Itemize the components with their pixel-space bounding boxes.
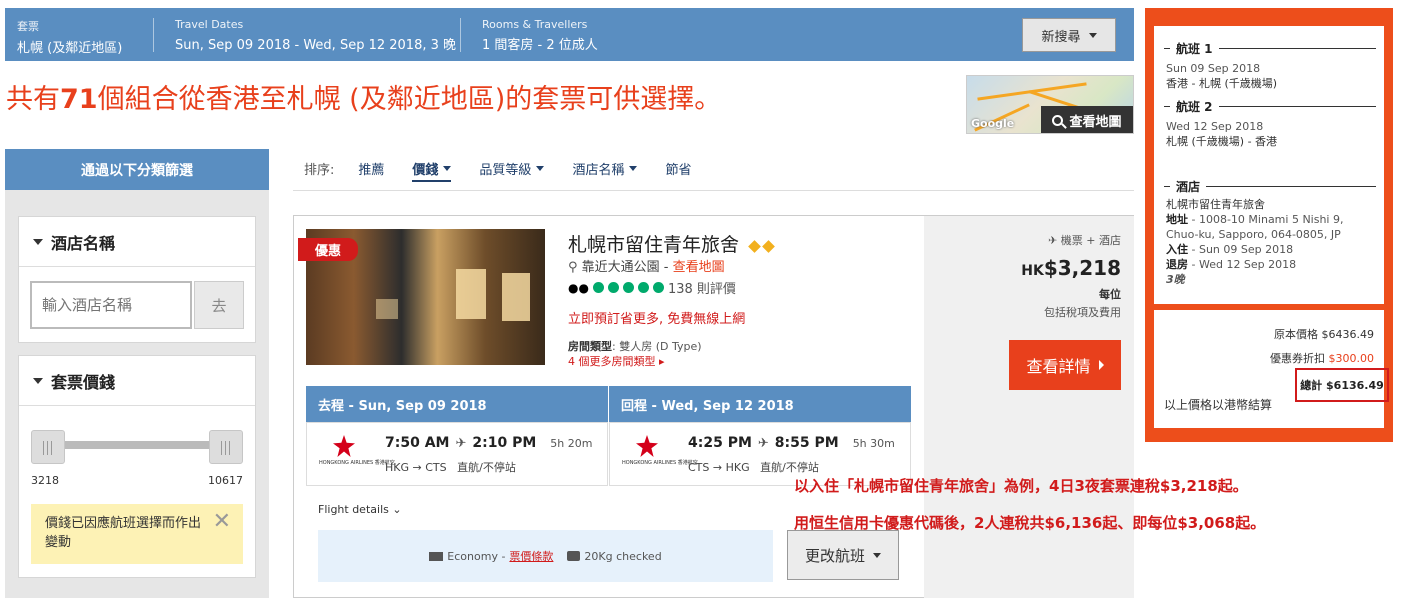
location-pin-icon: ⚲ (568, 260, 578, 275)
fare-info: Economy - 票價條款 20Kg checked (318, 530, 773, 582)
view-details-button[interactable]: 查看詳情 (1009, 340, 1121, 390)
results-headline: 共有71個組合從香港至札幌 (及鄰近地區)的套票可供選擇。 (6, 84, 722, 115)
airline-logo: HONGKONG AIRLINES 香港航空 (319, 435, 395, 466)
return-flight-header: 回程 - Wed, Sep 12 2018 (609, 386, 911, 422)
fare-rules-link[interactable]: 票價條款 (509, 548, 553, 564)
dates-summary: Travel Dates Sun, Sep 09 2018 - Wed, Sep… (175, 18, 457, 53)
divider (153, 18, 154, 52)
annotation-line-2: 用恒生信用卡優惠代碼後，2人連稅共$6,136起、即每位$3,068起。 (794, 514, 1266, 532)
hotel-name-input[interactable] (30, 281, 192, 329)
search-icon (1052, 115, 1064, 126)
hotel-view-map-link[interactable]: 查看地圖 (673, 260, 725, 275)
price-filter: 套票價錢 3218 10617 價錢已因應航班選擇而作出變動 ✕ (18, 355, 256, 578)
view-map-button[interactable]: 查看地圖 (1041, 106, 1133, 133)
tax-note: 包括稅項及費用 (1044, 306, 1121, 319)
caret-down-icon (536, 166, 545, 171)
flight-details-toggle[interactable]: Flight details ⌄ (318, 503, 402, 516)
price-change-note: 價錢已因應航班選擇而作出變動 ✕ (31, 504, 243, 564)
caret-down-icon (873, 552, 881, 558)
hotel-name-filter-toggle[interactable]: 酒店名稱 (19, 217, 255, 267)
summary-flight-1: 航班 1 Sun 09 Sep 2018 香港 - 札幌 (千歳機場) (1164, 40, 1376, 91)
price-min-handle[interactable] (31, 430, 65, 464)
sort-savings[interactable]: 節省 (665, 159, 691, 178)
room-type: 房間類型: 雙人房 (D Type) (568, 340, 702, 353)
triangle-down-icon (33, 238, 43, 245)
hotel-location: ⚲ 靠近大通公園 - 查看地圖 (568, 260, 725, 275)
summary-hotel: 酒店 札幌市留住青年旅舍 地址 - 1008-10 Minami 5 Nishi… (1164, 178, 1376, 287)
filter-header: 通過以下分類篩選 (5, 149, 269, 198)
divider (460, 18, 461, 52)
annotation-line-1: 以入住「札幌市留住青年旅舍」為例，4日3夜套票連稅$3,218起。 (794, 477, 1248, 495)
plane-icon: ✈ (455, 435, 467, 451)
airline-logo: HONGKONG AIRLINES 香港航空 (622, 435, 698, 466)
outbound-flight-header: 去程 - Sun, Sep 09 2018 (306, 386, 608, 422)
package-type: ✈ 機票 + 酒店 (1048, 234, 1121, 247)
per-person-label: 每位 (1099, 288, 1121, 301)
destination-summary: 套票 札幌 (及鄰近地區) (17, 20, 123, 56)
itinerary-panel: 航班 1 Sun 09 Sep 2018 香港 - 札幌 (千歳機場) 航班 2… (1154, 26, 1384, 304)
google-logo: Google (971, 117, 1015, 130)
sort-label: 排序: (304, 163, 335, 178)
sort-recommended[interactable]: 推薦 (358, 159, 384, 178)
sort-hotel-name[interactable]: 酒店名稱 (572, 159, 638, 178)
package-result-card: 優惠 札幌市留住青年旅舍 ⚲ 靠近大通公園 - 查看地圖 ●● 138 則評價 … (293, 215, 1134, 598)
rating-diamond-icon (748, 240, 761, 253)
summary-flight-2: 航班 2 Wed 12 Sep 2018 札幌 (千歳機場) - 香港 (1164, 98, 1376, 149)
caret-down-icon (1088, 32, 1097, 38)
booking-summary: 航班 1 Sun 09 Sep 2018 香港 - 札幌 (千歳機場) 航班 2… (1145, 8, 1393, 442)
map-thumbnail[interactable]: Google 查看地圖 (966, 75, 1134, 134)
price-max-value: 10617 (208, 474, 243, 487)
plane-icon: ✈ (757, 435, 769, 451)
promo-text: 立即預訂省更多, 免費無線上網 (568, 312, 746, 327)
hotel-name-filter: 酒店名稱 去 (18, 216, 256, 343)
baggage-icon (567, 551, 581, 561)
tripadvisor-rating[interactable]: ●● 138 則評價 (568, 278, 736, 298)
chevron-right-icon (1098, 360, 1104, 370)
search-summary-bar: 套票 札幌 (及鄰近地區) Travel Dates Sun, Sep 09 2… (5, 8, 1134, 61)
coupon-discount: 優惠券折扣 $300.00 (1270, 352, 1374, 365)
hotel-name-link[interactable]: 札幌市留住青年旅舍 (568, 230, 775, 257)
sort-price[interactable]: 價錢 (412, 159, 452, 182)
close-icon[interactable]: ✕ (213, 511, 231, 533)
triangle-down-icon (33, 377, 43, 384)
price-max-handle[interactable] (209, 430, 243, 464)
package-price: HK$3,218 (1021, 256, 1121, 280)
sort-bar: 排序: 推薦 價錢 品質等級 酒店名稱 節省 (293, 147, 1134, 191)
ticket-icon (429, 551, 444, 561)
change-flight-button[interactable]: 更改航班 (787, 530, 899, 580)
rating-diamond-icon (762, 240, 775, 253)
caret-down-icon (443, 166, 452, 171)
original-price: 原本價格 $6436.49 (1274, 328, 1374, 341)
currency-note: 以上價格以港幣結算 (1164, 398, 1273, 412)
sort-quality[interactable]: 品質等級 (479, 159, 545, 178)
hotel-search-go-button[interactable]: 去 (194, 281, 244, 329)
filter-sidebar: 酒店名稱 去 套票價錢 3218 10617 價錢已因應航班選擇而作出變動 ✕ (5, 190, 269, 598)
total-price: 總計 $6136.49 (1295, 368, 1389, 402)
price-summary-panel: 原本價格 $6436.49 優惠券折扣 $300.00 總計 $6136.49 … (1154, 310, 1389, 428)
deal-badge: 優惠 (298, 238, 358, 261)
tripadvisor-owl-icon: ●● (568, 280, 589, 295)
more-room-types-link[interactable]: 4 個更多房間類型 ▸ (568, 353, 665, 369)
new-search-button[interactable]: 新搜尋 (1022, 18, 1116, 52)
price-filter-toggle[interactable]: 套票價錢 (19, 356, 255, 406)
price-min-value: 3218 (31, 474, 59, 487)
rooms-summary: Rooms & Travellers 1 間客房 - 2 位成人 (482, 18, 598, 53)
outbound-flight: HONGKONG AIRLINES 香港航空 7:50 AM ✈ 2:10 PM 5… (306, 422, 608, 486)
caret-down-icon (629, 166, 638, 171)
